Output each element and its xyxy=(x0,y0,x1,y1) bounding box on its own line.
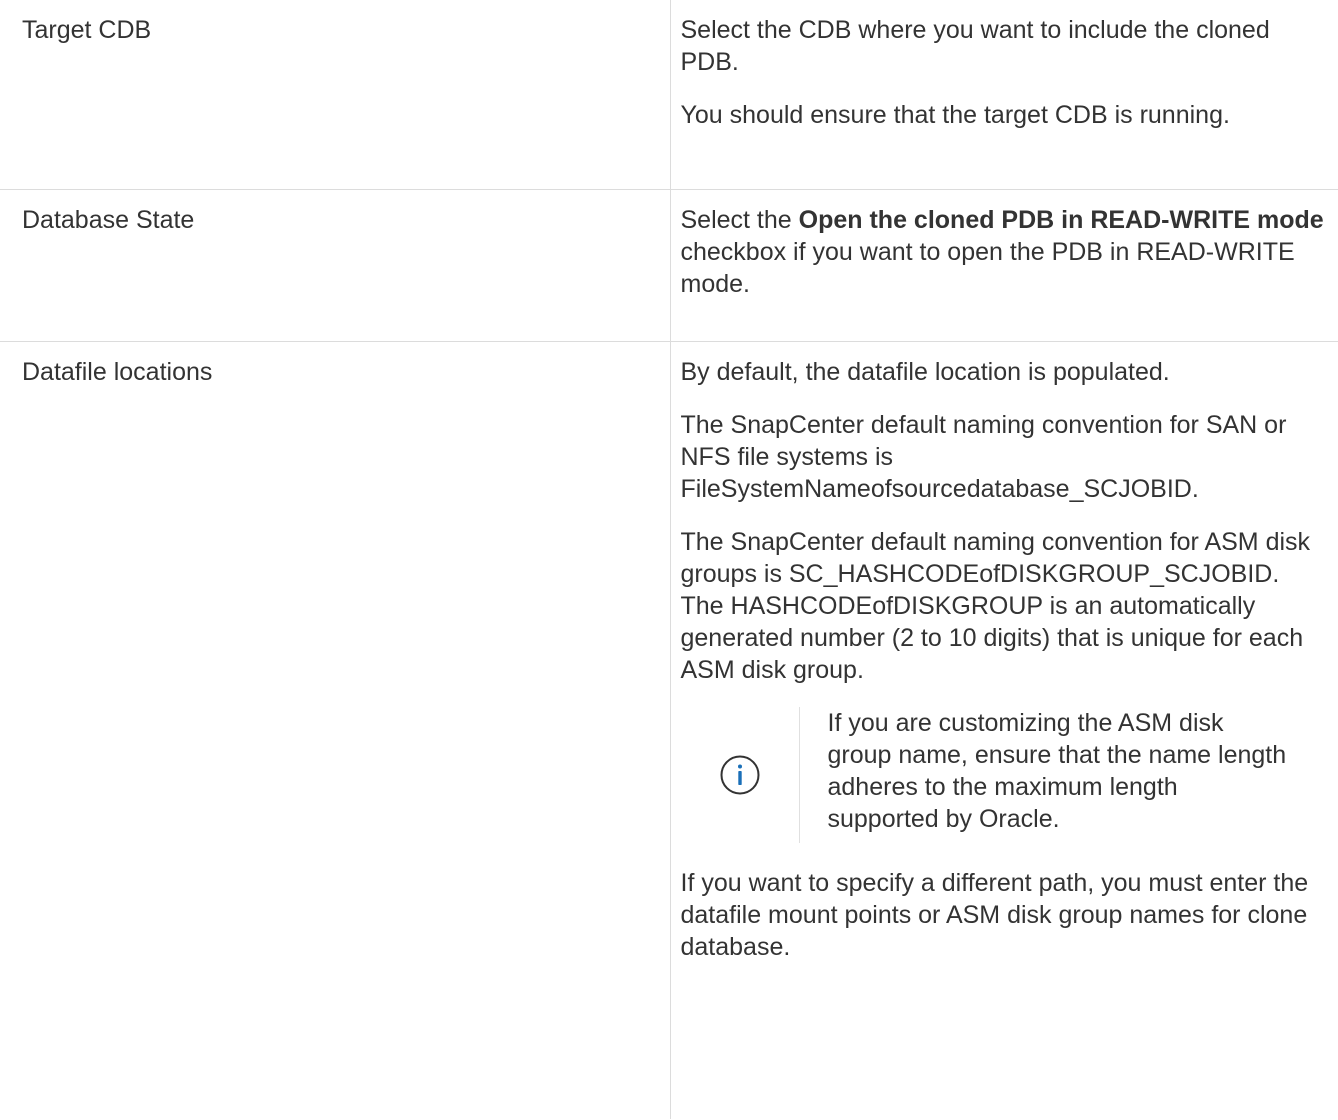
description-paragraph: Select the Open the cloned PDB in READ-W… xyxy=(681,204,1325,300)
description-prefix: Select the xyxy=(680,205,799,234)
table-row: Datafile locations By default, the dataf… xyxy=(0,340,1338,1119)
note-admonition: If you are customizing the ASM disk grou… xyxy=(681,706,1325,843)
description-paragraph: Select the CDB where you want to include… xyxy=(680,16,1270,76)
note-icon-cell xyxy=(681,706,800,843)
parameter-cell: Datafile locations xyxy=(0,340,671,1119)
parameter-table: Target CDB Select the CDB where you want… xyxy=(0,0,1338,1119)
description-cell: Select the Open the cloned PDB in READ-W… xyxy=(669,188,1338,342)
info-icon xyxy=(720,755,759,794)
description-paragraph: You should ensure that the target CDB is… xyxy=(680,101,1230,129)
table-row: Database State Select the Open the clone… xyxy=(0,188,1338,342)
note-text: If you are customizing the ASM disk grou… xyxy=(827,708,1287,833)
description-suffix: checkbox if you want to open the PDB in … xyxy=(680,237,1295,298)
description-paragraph: The SnapCenter default naming convention… xyxy=(680,410,1287,503)
parameter-cell: Target CDB xyxy=(0,0,671,190)
parameter-name: Datafile locations xyxy=(22,357,213,386)
description-cell: Select the CDB where you want to include… xyxy=(669,0,1338,190)
table-row: Target CDB Select the CDB where you want… xyxy=(0,0,1338,190)
parameter-name: Target CDB xyxy=(22,16,152,44)
checkbox-name: Open the cloned PDB in READ-WRITE mode xyxy=(798,205,1324,234)
parameter-cell: Database State xyxy=(0,188,671,342)
parameter-name: Database State xyxy=(22,205,195,234)
description-paragraph: By default, the datafile location is pop… xyxy=(680,357,1170,386)
description-cell: By default, the datafile location is pop… xyxy=(669,340,1338,1119)
description-paragraph: If you want to specify a different path,… xyxy=(680,868,1309,961)
description-paragraph: The SnapCenter default naming convention… xyxy=(680,527,1311,684)
